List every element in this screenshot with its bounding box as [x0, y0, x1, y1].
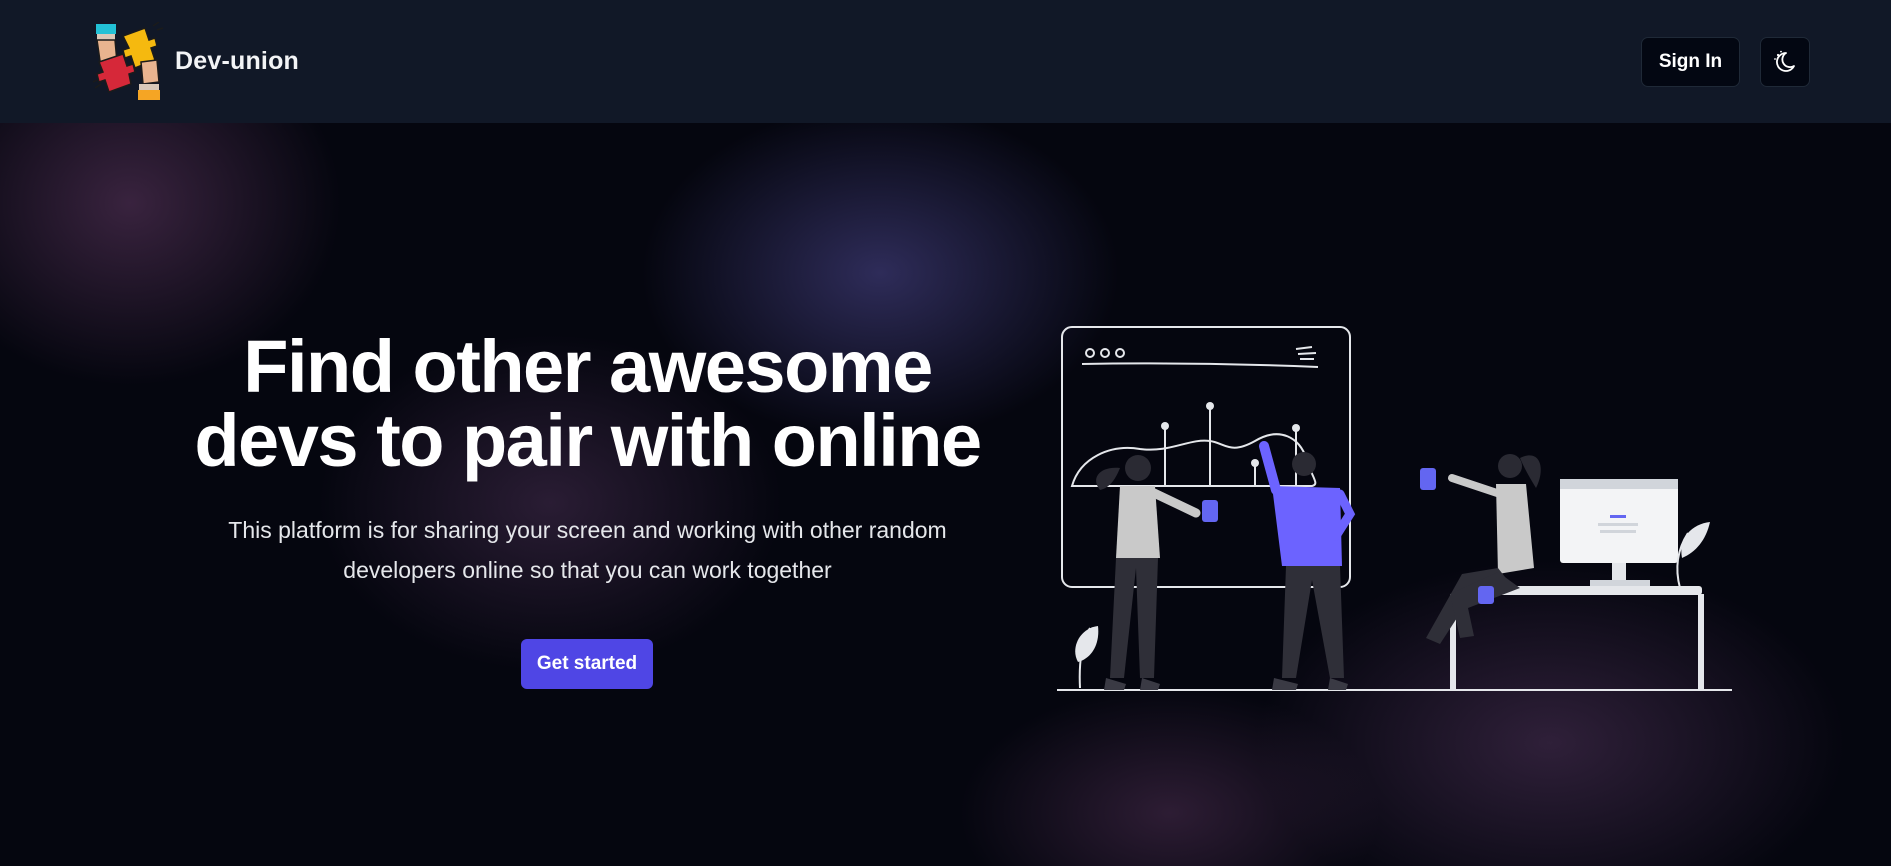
brand-link[interactable]: Dev-union: [93, 22, 299, 100]
description-line-1: This platform is for sharing your screen…: [228, 517, 947, 543]
pair-programming-illustration: [1057, 326, 1732, 691]
sign-in-button[interactable]: Sign In: [1641, 37, 1740, 87]
top-navbar: Dev-union Sign In: [0, 0, 1891, 123]
moon-stars-icon: [1774, 50, 1795, 72]
get-started-button[interactable]: Get started: [521, 639, 653, 689]
headline-line-1: Find other awesome: [243, 325, 933, 408]
headline-line-2: devs to pair with online: [194, 399, 982, 482]
page: Dev-union Sign In Find other awesome dev…: [0, 0, 1891, 866]
brand-name: Dev-union: [175, 46, 300, 75]
description-line-2: developers online so that you can work t…: [343, 557, 832, 583]
hero-description: This platform is for sharing your screen…: [180, 510, 995, 590]
theme-toggle-button[interactable]: [1760, 37, 1810, 87]
puzzle-hands-logo-icon: [93, 22, 164, 100]
hero-headline: Find other awesome devs to pair with onl…: [160, 330, 1015, 478]
